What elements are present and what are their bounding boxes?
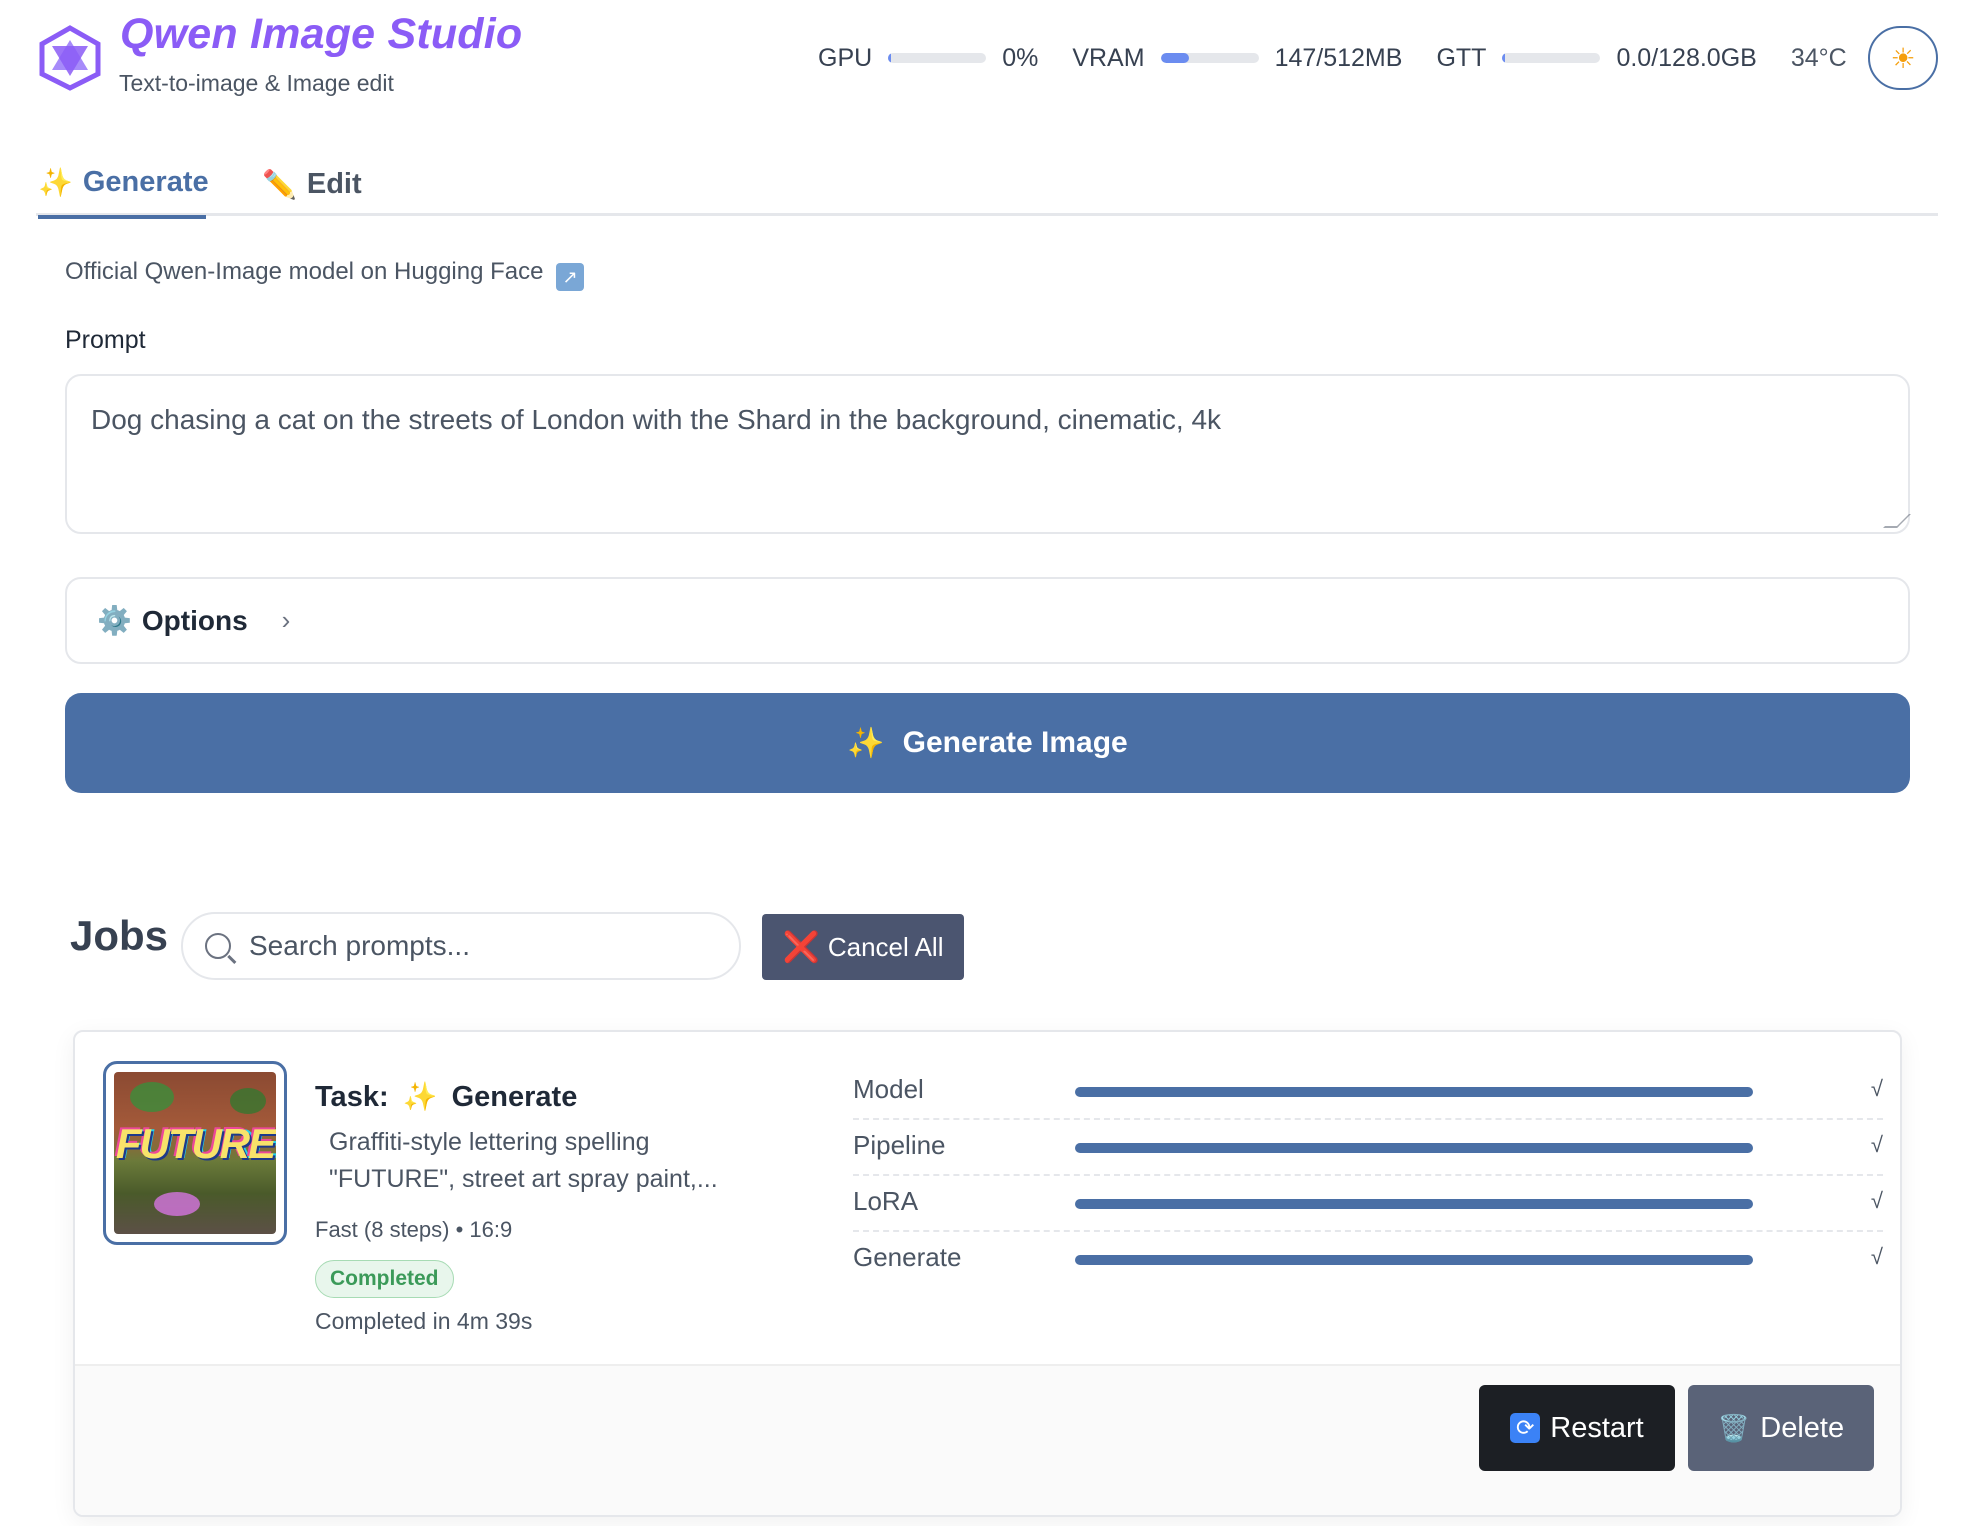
generate-image-label: Generate Image: [902, 726, 1128, 759]
thumbnail-image: FUTURE: [114, 1072, 276, 1234]
task-title: Task: ✨ Generate: [315, 1080, 577, 1114]
delete-label: Delete: [1760, 1411, 1845, 1444]
task-meta: Fast (8 steps) • 16:9: [315, 1217, 513, 1242]
gpu-bar: [888, 53, 987, 63]
pencil-icon: ✏️: [262, 168, 297, 200]
step-progress-bar: [1075, 1143, 1753, 1153]
cancel-all-button[interactable]: ❌ Cancel All: [762, 914, 964, 980]
generate-image-button[interactable]: ✨ Generate Image: [65, 693, 1910, 793]
task-prompt: Graffiti-style lettering spelling "FUTUR…: [329, 1128, 718, 1193]
search-icon: [205, 933, 231, 959]
jobs-title: Jobs: [70, 912, 169, 959]
system-stats: GPU 0% VRAM 147/512MB GTT 0.0/128.0GB 34…: [818, 40, 1869, 76]
app-subtitle: Text-to-image & Image edit: [119, 70, 394, 96]
vram-label: VRAM: [1072, 43, 1145, 72]
mode-tabs: ✨ Generate ✏️ Edit: [36, 152, 1938, 219]
temperature-value: 34°C: [1790, 43, 1847, 72]
check-icon: √: [1870, 1132, 1883, 1157]
cancel-all-label: Cancel All: [827, 931, 944, 962]
sparkles-icon: ✨: [38, 166, 73, 198]
tab-generate[interactable]: ✨ Generate: [38, 155, 209, 219]
step-row: LoRA √: [853, 1176, 1883, 1232]
trash-icon: 🗑️: [1717, 1412, 1751, 1443]
prompt-label: Prompt: [65, 326, 146, 354]
restart-label: Restart: [1550, 1411, 1644, 1444]
job-thumbnail[interactable]: FUTURE: [103, 1061, 287, 1245]
task-name: Generate: [451, 1081, 578, 1113]
step-progress-bar: [1075, 1087, 1753, 1097]
refresh-icon: ⟳: [1510, 1413, 1541, 1443]
check-icon: √: [1870, 1076, 1883, 1101]
model-link[interactable]: Official Qwen-Image model on Hugging Fac…: [65, 258, 585, 291]
gpu-value: 0%: [1002, 43, 1039, 72]
step-name: LoRA: [853, 1186, 919, 1216]
step-name: Model: [853, 1074, 924, 1104]
chevron-right-icon: ›: [281, 605, 291, 635]
vram-value: 147/512MB: [1274, 43, 1403, 72]
cross-icon: ❌: [782, 930, 820, 964]
gpu-label: GPU: [818, 43, 873, 72]
gtt-value: 0.0/128.0GB: [1616, 43, 1757, 72]
gear-icon: ⚙️: [97, 605, 132, 636]
search-input[interactable]: [249, 930, 719, 962]
step-row: Pipeline √: [853, 1120, 1883, 1176]
gtt-bar: [1502, 53, 1601, 63]
task-duration: Completed in 4m 39s: [315, 1308, 533, 1334]
tab-generate-label: Generate: [82, 165, 209, 198]
job-card-footer: ⟳ Restart 🗑️ Delete: [75, 1364, 1900, 1515]
prompt-input[interactable]: [65, 374, 1910, 534]
job-card: FUTURE Task: ✨ Generate Graffiti-style l…: [73, 1030, 1902, 1517]
search-box[interactable]: [181, 912, 741, 980]
check-icon: √: [1870, 1244, 1883, 1269]
options-label: Options: [141, 604, 248, 636]
step-name: Pipeline: [853, 1130, 946, 1160]
sparkles-icon: ✨: [402, 1081, 438, 1112]
step-progress-bar: [1075, 1255, 1753, 1265]
logo-icon: [39, 25, 101, 91]
sun-icon: ☀: [1890, 42, 1916, 74]
external-link-icon: ↗: [556, 263, 585, 291]
step-row: Generate √: [853, 1232, 1883, 1288]
tab-edit-label: Edit: [306, 167, 362, 200]
step-progress-bar: [1075, 1199, 1753, 1209]
status-badge: Completed: [315, 1260, 454, 1298]
app-header: Qwen Image Studio Text-to-image & Image …: [0, 0, 1977, 120]
delete-button[interactable]: 🗑️ Delete: [1688, 1385, 1874, 1471]
step-row: Model √: [853, 1064, 1883, 1120]
check-icon: √: [1870, 1188, 1883, 1213]
task-prefix: Task:: [315, 1081, 389, 1113]
options-toggle[interactable]: ⚙️ Options ›: [65, 577, 1910, 664]
sparkles-icon: ✨: [847, 726, 885, 760]
thumbnail-graffiti-text: FUTURE: [115, 1120, 276, 1167]
gtt-label: GTT: [1436, 43, 1487, 72]
job-steps: Model √ Pipeline √ LoRA √ Generate √: [853, 1064, 1883, 1288]
model-link-text: Official Qwen-Image model on Hugging Fac…: [65, 258, 544, 285]
theme-toggle-button[interactable]: ☀: [1868, 26, 1938, 90]
restart-button[interactable]: ⟳ Restart: [1479, 1385, 1675, 1471]
vram-bar: [1160, 53, 1259, 63]
step-name: Generate: [853, 1242, 962, 1272]
tab-edit[interactable]: ✏️ Edit: [262, 155, 362, 219]
app-title: Qwen Image Studio: [120, 10, 523, 58]
